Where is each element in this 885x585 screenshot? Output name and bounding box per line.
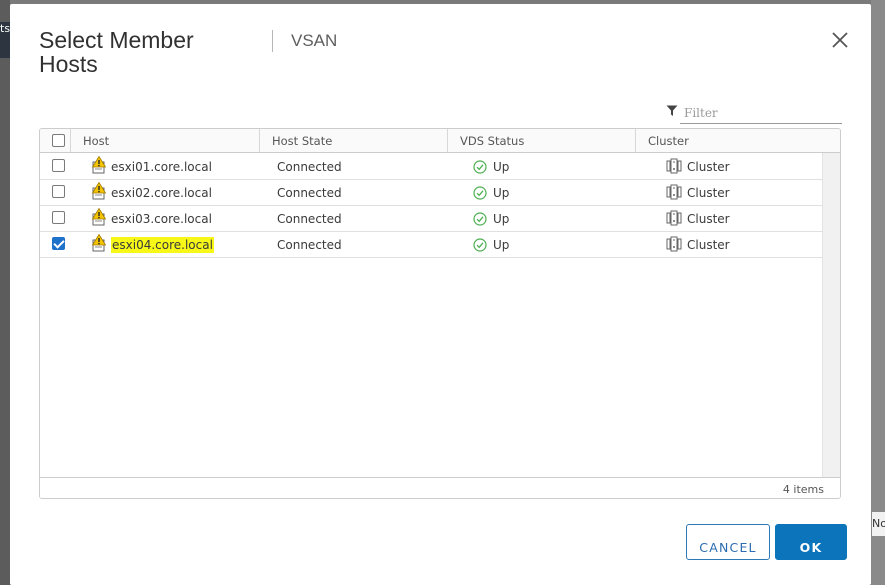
host-name: esxi04.core.local — [111, 237, 214, 253]
column-header-host-state[interactable]: Host State — [259, 129, 447, 152]
background-app-right — [871, 0, 885, 585]
row-checkbox[interactable] — [52, 185, 65, 198]
host-name: esxi02.core.local — [111, 186, 212, 200]
check-circle-icon — [473, 160, 487, 174]
hosts-grid: Host Host State VDS Status Cluster esxi0… — [39, 128, 841, 499]
table-row[interactable]: esxi03.core.local Connected Up Cluster — [40, 206, 822, 232]
vds-status: Up — [493, 186, 510, 200]
ok-button[interactable]: OK — [775, 524, 847, 560]
filter-input[interactable] — [680, 102, 842, 124]
cluster-name: Cluster — [687, 238, 730, 252]
dialog-subtitle: VSAN — [291, 31, 338, 50]
grid-header: Host Host State VDS Status Cluster — [40, 129, 840, 153]
check-circle-icon — [473, 238, 487, 252]
column-header-cluster[interactable]: Cluster — [635, 129, 840, 152]
cluster-icon — [666, 184, 682, 200]
title-divider — [272, 30, 273, 52]
cancel-button[interactable]: CANCEL — [686, 524, 770, 560]
vds-status: Up — [493, 238, 510, 252]
host-name: esxi01.core.local — [111, 160, 212, 174]
vds-status: Up — [493, 212, 510, 226]
host-warning-icon — [91, 234, 107, 252]
host-name: esxi03.core.local — [111, 212, 212, 226]
table-row[interactable]: esxi01.core.local Connected Up Cluster — [40, 154, 822, 180]
host-state: Connected — [277, 186, 342, 200]
row-checkbox[interactable] — [52, 159, 65, 172]
cluster-name: Cluster — [687, 160, 730, 174]
host-state: Connected — [277, 238, 342, 252]
row-checkbox[interactable] — [52, 237, 65, 250]
column-header-vds-status[interactable]: VDS Status — [447, 129, 635, 152]
host-warning-icon — [91, 208, 107, 226]
table-row[interactable]: esxi04.core.local Connected Up Cluster — [40, 232, 822, 258]
row-checkbox[interactable] — [52, 211, 65, 224]
column-header-host[interactable]: Host — [70, 129, 259, 152]
cluster-name: Cluster — [687, 212, 730, 226]
dialog-title: Select Member Hosts — [39, 27, 194, 77]
cluster-icon — [666, 210, 682, 226]
select-all-checkbox[interactable] — [52, 134, 65, 147]
host-warning-icon — [91, 182, 107, 200]
cluster-name: Cluster — [687, 186, 730, 200]
host-state: Connected — [277, 160, 342, 174]
check-circle-icon — [473, 186, 487, 200]
background-field: No — [872, 512, 885, 536]
table-row[interactable]: esxi02.core.local Connected Up Cluster — [40, 180, 822, 206]
close-icon[interactable] — [830, 30, 850, 50]
background-tab: ts — [0, 22, 10, 58]
vds-status: Up — [493, 160, 510, 174]
cluster-icon — [666, 236, 682, 252]
item-count: 4 items — [782, 483, 824, 496]
cluster-icon — [666, 158, 682, 174]
select-member-hosts-dialog: Select Member Hosts VSAN Host Host State… — [10, 4, 871, 585]
filter-box — [666, 102, 842, 124]
grid-scrollbar[interactable] — [822, 153, 840, 477]
background-app-left — [0, 0, 10, 585]
check-circle-icon — [473, 212, 487, 226]
grid-footer: 4 items — [40, 477, 840, 498]
host-warning-icon — [91, 156, 107, 174]
filter-icon — [666, 105, 678, 116]
host-state: Connected — [277, 212, 342, 226]
